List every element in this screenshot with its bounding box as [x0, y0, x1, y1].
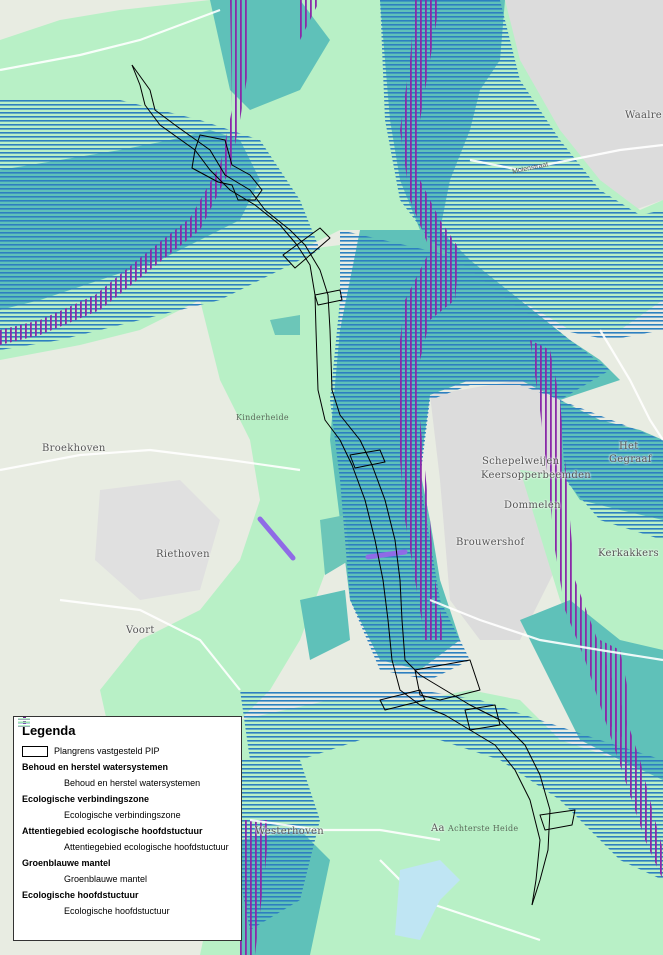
legend-symbol-gbm — [18, 718, 56, 884]
legend-row-pip: Plangrens vastgesteld PIP — [22, 743, 233, 759]
place-label-riethoven: Riethoven — [156, 549, 210, 560]
map-canvas[interactable]: Waalre Het Gegraaf Schepelweijen Keersop… — [0, 0, 663, 955]
place-label-broekhoven: Broekhoven — [42, 443, 106, 454]
place-label-brouwershof: Brouwershof — [456, 537, 525, 548]
legend-label-ehs: Ecologische hoofdstuctuur — [64, 906, 170, 916]
place-label-gegraaf: Gegraaf — [609, 454, 652, 465]
legend-group-title-evz: Ecologische verbindingszone — [22, 794, 150, 804]
legend-group-title-ehs: Ecologische hoofdstuctuur — [22, 890, 139, 900]
legend-label-pip: Plangrens vastgesteld PIP — [54, 746, 160, 756]
place-label-dommelen: Dommelen — [504, 500, 561, 511]
place-label-kerkakkers: Kerkakkers — [598, 548, 659, 559]
legend-row-evz: Ecologische verbindingszone — [18, 718, 233, 823]
legend-label-gbm: Groenblauwe mantel — [64, 874, 148, 884]
legend-row-water: Behoud en herstel watersystemen — [22, 717, 233, 791]
legend-label-evz: Ecologische verbindingszone — [64, 810, 181, 820]
legend-label-attentie: Attentiegebied ecologische hoofdstuctuur — [64, 842, 229, 852]
place-label-waalre: Waalre — [625, 110, 663, 121]
legend-title: Legenda — [22, 723, 76, 738]
legend-symbol-evz — [18, 718, 56, 820]
map-legend: Legenda Plangrens vastgesteld PIP Behoud… — [13, 716, 242, 941]
place-label-voort: Voort — [126, 625, 155, 636]
place-label-keersopperbeemden: Keersopperbeemden — [481, 470, 592, 481]
place-label-westerhoven: Westerhoven — [255, 826, 324, 837]
legend-group-title-attentie: Attentiegebied ecologische hoofdstuctuur — [22, 826, 203, 836]
legend-symbol-ehs — [18, 718, 56, 916]
legend-symbol-attentie — [18, 721, 56, 852]
place-label-het: Het — [619, 441, 639, 452]
legend-symbol-pip — [22, 745, 48, 757]
legend-group-title-water: Behoud en herstel watersystemen — [22, 762, 169, 772]
place-label-achterste-heide: Achterste Heide — [448, 824, 519, 833]
legend-row-gbm: Groenblauwe mantel — [18, 718, 233, 887]
place-label-schepelweijen: Schepelweijen — [482, 456, 560, 467]
legend-label-water: Behoud en herstel watersystemen — [64, 778, 201, 788]
legend-row-attentie: Attentiegebied ecologische hoofdstuctuur — [18, 721, 233, 855]
legend-group-title-gbm: Groenblauwe mantel — [22, 858, 111, 868]
legend-row-ehs: Ecologische hoofdstuctuur — [18, 718, 233, 919]
legend-symbol-water — [23, 717, 56, 788]
place-label-kinderheide: Kinderheide — [236, 413, 289, 422]
place-label-aa: Aa — [431, 823, 445, 834]
